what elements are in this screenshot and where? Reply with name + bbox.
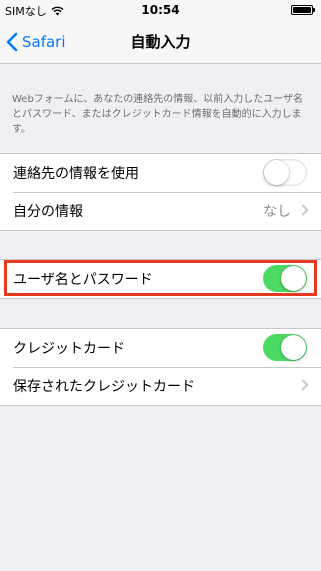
chevron-right-icon bbox=[297, 204, 309, 216]
credit-cards-label: クレジットカード bbox=[13, 341, 125, 357]
autofill-description: Webフォームに、あなたの連絡先の情報、以前入力したユーザ名とパスワード、または… bbox=[12, 94, 304, 135]
back-button[interactable]: Safari bbox=[6, 20, 66, 64]
toggle-knob bbox=[264, 160, 289, 185]
chevron-right-icon bbox=[297, 379, 309, 391]
chevron-left-icon bbox=[6, 32, 18, 52]
names-passwords-group: ユーザ名とパスワード bbox=[0, 259, 321, 299]
toggle-knob bbox=[281, 266, 306, 291]
my-info-label: 自分の情報 bbox=[13, 204, 83, 220]
saved-credit-cards-row[interactable]: 保存されたクレジットカード bbox=[0, 367, 321, 405]
credit-cards-row: クレジットカード bbox=[0, 329, 321, 367]
contact-info-group: 連絡先の情報を使用 自分の情報 なし bbox=[0, 153, 321, 231]
names-passwords-toggle[interactable] bbox=[263, 265, 307, 292]
names-passwords-label: ユーザ名とパスワード bbox=[13, 272, 153, 288]
status-time: 10:54 bbox=[141, 3, 180, 17]
status-bar: SIMなし 10:54 bbox=[0, 0, 321, 20]
nav-bar: Safari 自動入力 bbox=[0, 20, 321, 64]
my-info-value: なし bbox=[263, 204, 291, 220]
names-passwords-row: ユーザ名とパスワード bbox=[0, 260, 321, 298]
saved-credit-cards-label: 保存されたクレジットカード bbox=[13, 379, 195, 395]
use-contact-info-toggle[interactable] bbox=[263, 159, 307, 186]
credit-cards-toggle[interactable] bbox=[263, 334, 307, 361]
credit-card-group: クレジットカード 保存されたクレジットカード bbox=[0, 328, 321, 406]
back-label: Safari bbox=[22, 33, 66, 51]
battery-icon bbox=[291, 5, 315, 15]
use-contact-info-label: 連絡先の情報を使用 bbox=[13, 166, 139, 182]
my-info-row[interactable]: 自分の情報 なし bbox=[0, 192, 321, 230]
use-contact-info-row: 連絡先の情報を使用 bbox=[0, 154, 321, 192]
toggle-knob bbox=[281, 335, 306, 360]
